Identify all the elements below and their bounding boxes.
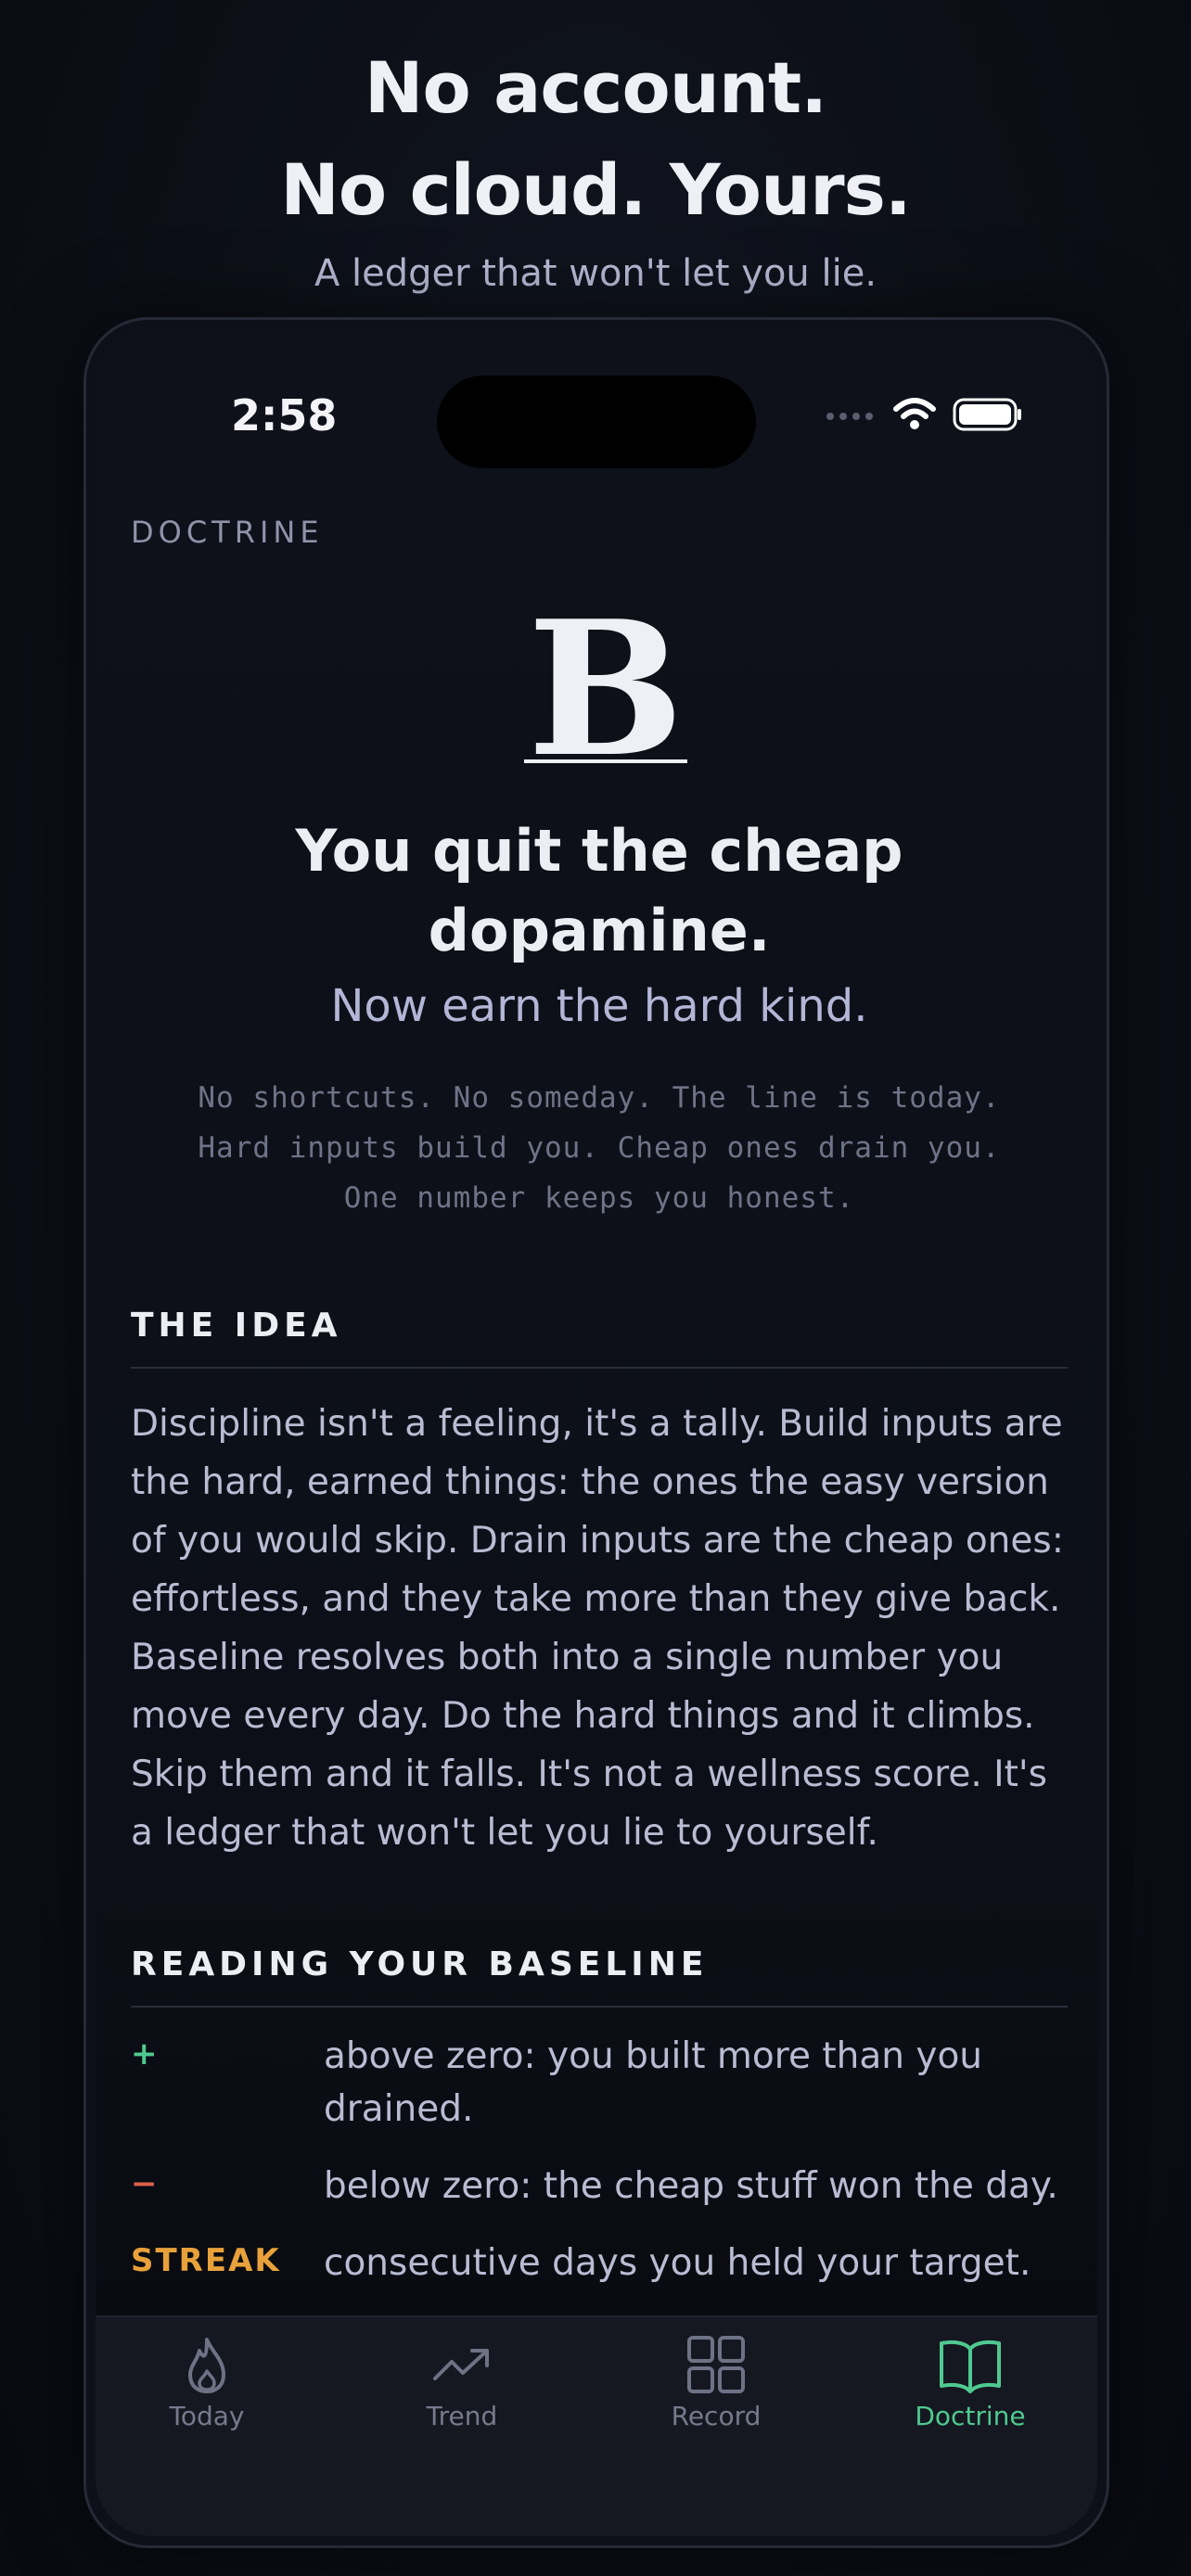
baseline-logo-icon: B — [524, 607, 687, 774]
page-title: You quit the cheap dopamine. — [131, 811, 1068, 971]
tab-label: Today — [169, 2401, 245, 2431]
trend-icon — [433, 2349, 489, 2380]
hero: No account. No cloud. Yours. A ledger th… — [0, 37, 1191, 295]
hero-tagline: A ledger that won't let you lie. — [314, 252, 877, 295]
status-time: 2:58 — [231, 390, 338, 440]
tab-label: Record — [671, 2401, 762, 2431]
legend-row-negative: − below zero: the cheap stuff won the da… — [131, 2160, 1068, 2213]
manifesto-line: One number keeps you honest. — [343, 1181, 855, 1215]
section-label: DOCTRINE — [131, 515, 324, 550]
status-icons — [825, 398, 1023, 431]
manifesto-line: No shortcuts. No someday. The line is to… — [198, 1081, 1001, 1115]
legend-key-negative: − — [131, 2165, 158, 2202]
grid-icon — [687, 2336, 745, 2393]
legend-key-streak: STREAK — [131, 2242, 281, 2279]
legend-row-streak: STREAK consecutive days you held your ta… — [131, 2237, 1068, 2289]
page-title-line1: You quit the cheap — [295, 817, 903, 885]
phone-screen: 2:58 DOCTRINE B You quit the cheap dopam… — [96, 329, 1097, 2536]
book-icon — [940, 2340, 1001, 2393]
reading-heading: READING YOUR BASELINE — [131, 1945, 1068, 2008]
flame-icon — [188, 2338, 225, 2393]
tab-doctrine[interactable]: Doctrine — [854, 2336, 1086, 2431]
page-subtitle: Now earn the hard kind. — [330, 980, 868, 1032]
idea-heading: THE IDEA — [131, 1307, 1068, 1369]
doctrine-content: You quit the cheap dopamine. Now earn th… — [131, 811, 1068, 2314]
baseline-legend: + above zero: you built more than you dr… — [131, 2030, 1068, 2289]
tab-trend[interactable]: Trend — [346, 2336, 578, 2431]
idea-body: Discipline isn't a feeling, it's a tally… — [131, 1403, 1064, 1854]
legend-text-positive: above zero: you built more than you drai… — [324, 2035, 983, 2130]
manifesto: No shortcuts. No someday. The line is to… — [131, 1073, 1068, 1223]
cellular-signal-icon — [826, 413, 873, 420]
phone-frame: 2:58 DOCTRINE B You quit the cheap dopam… — [83, 317, 1109, 2548]
dynamic-island — [437, 376, 756, 468]
tab-label: Trend — [426, 2401, 498, 2431]
manifesto-line: Hard inputs build you. Cheap ones drain … — [198, 1131, 1001, 1165]
legend-text-negative: below zero: the cheap stuff won the day. — [324, 2165, 1058, 2207]
page-title-line2: dopamine. — [428, 897, 771, 964]
legend-key-positive: + — [131, 2035, 158, 2072]
tab-today[interactable]: Today — [96, 2336, 323, 2431]
legend-text-streak: consecutive days you held your target. — [324, 2242, 1031, 2284]
hero-headline-line1: No account. — [364, 46, 827, 129]
tab-label: Doctrine — [915, 2401, 1026, 2431]
battery-icon — [953, 398, 1021, 431]
tab-record[interactable]: Record — [600, 2336, 832, 2431]
hero-headline-line2: No cloud. Yours. — [280, 148, 911, 231]
svg-text:B: B — [527, 607, 684, 774]
wifi-icon — [893, 398, 936, 429]
tab-bar: Today Trend Record Doctrine — [96, 2315, 1097, 2536]
legend-row-positive: + above zero: you built more than you dr… — [131, 2030, 1068, 2136]
